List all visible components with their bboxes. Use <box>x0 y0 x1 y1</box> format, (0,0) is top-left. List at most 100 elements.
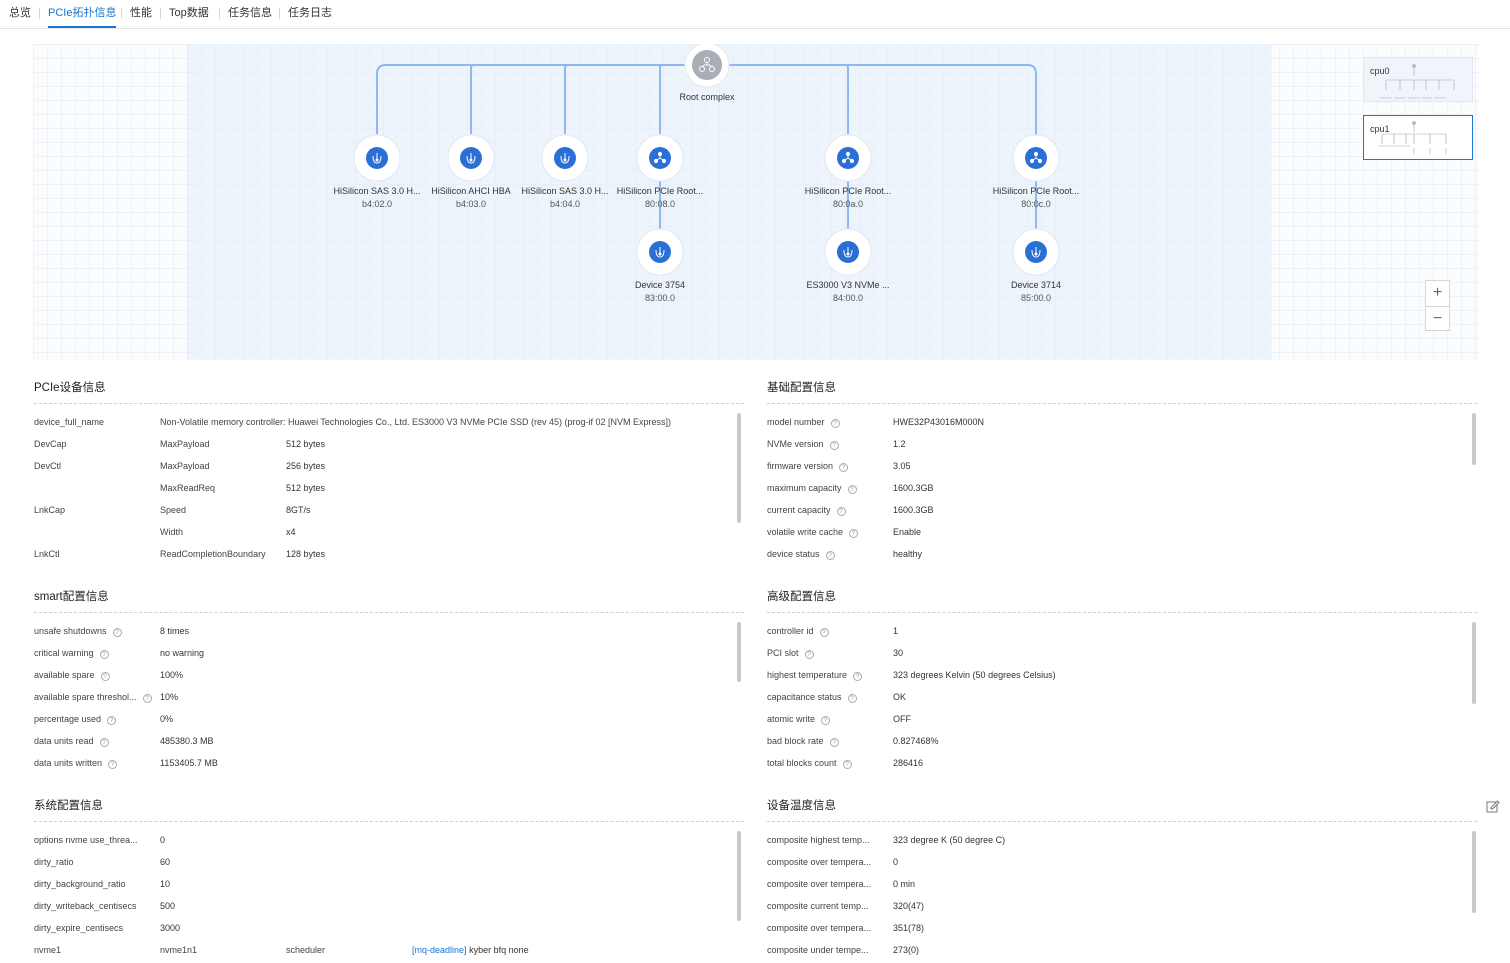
info-row: Width x4 <box>34 527 734 541</box>
row-key: DevCap <box>34 439 67 449</box>
help-icon[interactable]: ? <box>100 672 110 681</box>
minimap-preview <box>1378 121 1447 154</box>
row-key-label: composite current temp... <box>767 901 869 911</box>
help-icon[interactable]: ? <box>99 738 109 747</box>
help-icon[interactable]: ? <box>830 419 840 428</box>
help-icon[interactable]: ? <box>847 694 857 703</box>
zoom-out-button[interactable]: − <box>1426 306 1449 331</box>
minimap-cpu0[interactable]: cpu0 <box>1363 57 1473 102</box>
info-row: MaxReadReq 512 bytes <box>34 483 734 497</box>
help-icon[interactable]: ? <box>99 650 109 659</box>
tab-performance[interactable]: 性能 <box>130 6 152 28</box>
section-divider <box>767 821 1477 822</box>
device-node[interactable] <box>353 134 401 182</box>
row-key: total blocks count? <box>767 758 852 769</box>
row-key: atomic write? <box>767 714 831 725</box>
device-node[interactable] <box>824 228 872 276</box>
help-icon[interactable]: ? <box>819 628 829 637</box>
help-icon[interactable]: ? <box>825 551 835 560</box>
help-icon[interactable]: ? <box>829 441 839 450</box>
row-key: DevCtl <box>34 461 62 471</box>
row-value: 0 min <box>893 879 916 889</box>
tab-pcie-topology[interactable]: PCIe拓扑信息 <box>48 6 117 28</box>
tab-task-log[interactable]: 任务日志 <box>288 6 332 28</box>
tab-top-data[interactable]: Top数据 <box>169 6 209 28</box>
edit-icon[interactable] <box>1486 800 1500 814</box>
help-icon[interactable]: ? <box>847 485 857 494</box>
info-row: data units read? 485380.3 MB <box>34 736 734 750</box>
row-key-label: PCI slot <box>767 648 799 658</box>
row-value: 323 degree K (50 degree C) <box>893 835 1006 845</box>
info-row: DevCtl MaxPayload 256 bytes <box>34 461 734 475</box>
row-key: percentage used? <box>34 714 117 725</box>
row-key-label: device status <box>767 549 820 559</box>
row-value: Enable <box>893 527 922 537</box>
row-key: firmware version? <box>767 461 849 472</box>
scheduler-active-link[interactable]: [mq-deadline] <box>412 945 467 955</box>
info-row: PCI slot? 30 <box>767 648 1467 662</box>
device-node[interactable] <box>1012 228 1060 276</box>
system-config-section: 系统配置信息 options nvme use_threa... 0 dirty_r… <box>34 797 744 963</box>
device-node[interactable] <box>541 134 589 182</box>
info-row: composite over tempera... 0 <box>767 857 1467 871</box>
help-icon[interactable]: ? <box>842 760 852 769</box>
help-icon[interactable]: ? <box>142 694 152 703</box>
row-key-label: data units read <box>34 736 94 746</box>
tab-overview[interactable]: 总览 <box>9 6 31 28</box>
info-row: composite current temp... 320(47) <box>767 901 1467 915</box>
tab-bar: 总览 PCIe拓扑信息 性能 Top数据 任务信息 任务日志 <box>0 0 1510 29</box>
section-scrollbar[interactable] <box>737 831 741 921</box>
help-icon[interactable]: ? <box>107 716 117 725</box>
tab-task-info[interactable]: 任务信息 <box>228 6 272 28</box>
info-row: composite highest temp... 323 degree K (5… <box>767 835 1467 849</box>
row-value: OFF <box>893 714 911 724</box>
help-icon[interactable]: ? <box>112 628 122 637</box>
info-row: LnkCap Speed 8GT/s <box>34 505 734 519</box>
device-node[interactable] <box>636 228 684 276</box>
tab-divider <box>160 8 161 19</box>
section-scrollbar[interactable] <box>1472 831 1476 913</box>
minimap-cpu1[interactable]: cpu1 <box>1363 115 1473 160</box>
device-node[interactable] <box>1012 134 1060 182</box>
info-row: available spare? 100% <box>34 670 734 684</box>
node-bdf: 80:0c.0 <box>1021 199 1051 209</box>
help-icon[interactable]: ? <box>829 738 839 747</box>
info-row: dirty_ratio 60 <box>34 857 734 871</box>
help-icon[interactable]: ? <box>108 760 118 769</box>
row-key: composite under tempe... <box>767 945 869 955</box>
device-node[interactable] <box>636 134 684 182</box>
row-value: 0 <box>893 857 899 867</box>
info-row: percentage used? 0% <box>34 714 734 728</box>
info-row: available spare threshol...? 10% <box>34 692 734 706</box>
zoom-in-button[interactable]: + <box>1426 281 1449 306</box>
section-scrollbar[interactable] <box>1472 622 1476 704</box>
node-name: Device 3754 <box>634 280 686 290</box>
section-scrollbar[interactable] <box>737 622 741 682</box>
row-key-label: available spare threshol... <box>34 692 137 702</box>
root-complex-node[interactable] <box>684 44 730 88</box>
row-key: maximum capacity? <box>767 483 857 494</box>
section-scrollbar[interactable] <box>737 413 741 523</box>
row-value: x4 <box>286 527 296 537</box>
row-key-label: firmware version <box>767 461 834 471</box>
pcie-device-section: PCIe设备信息 device_full_name Non-Volatile me… <box>34 379 744 569</box>
help-icon[interactable]: ? <box>804 650 814 659</box>
info-row: highest temperature? 323 degrees Kelvin (… <box>767 670 1467 684</box>
topology-canvas[interactable]: Root complex HiSilicon SAS 3.0 H... b4:0… <box>33 44 1479 360</box>
section-scrollbar[interactable] <box>1472 413 1476 465</box>
help-icon[interactable]: ? <box>839 463 849 472</box>
help-icon[interactable]: ? <box>836 507 846 516</box>
row-key: critical warning? <box>34 648 109 659</box>
node-name: ES3000 V3 NVMe ... <box>806 280 890 290</box>
device-node[interactable] <box>447 134 495 182</box>
help-icon[interactable]: ? <box>849 529 859 538</box>
help-icon[interactable]: ? <box>853 672 863 681</box>
info-row: data units written? 1153405.7 MB <box>34 758 734 772</box>
device-node[interactable] <box>824 134 872 182</box>
row-value: 1600.3GB <box>893 505 934 515</box>
info-row: dirty_writeback_centisecs 500 <box>34 901 734 915</box>
info-row: DevCap MaxPayload 512 bytes <box>34 439 734 453</box>
help-icon[interactable]: ? <box>821 716 831 725</box>
row-key-label: critical warning <box>34 648 94 658</box>
row-value: 256 bytes <box>286 461 326 471</box>
